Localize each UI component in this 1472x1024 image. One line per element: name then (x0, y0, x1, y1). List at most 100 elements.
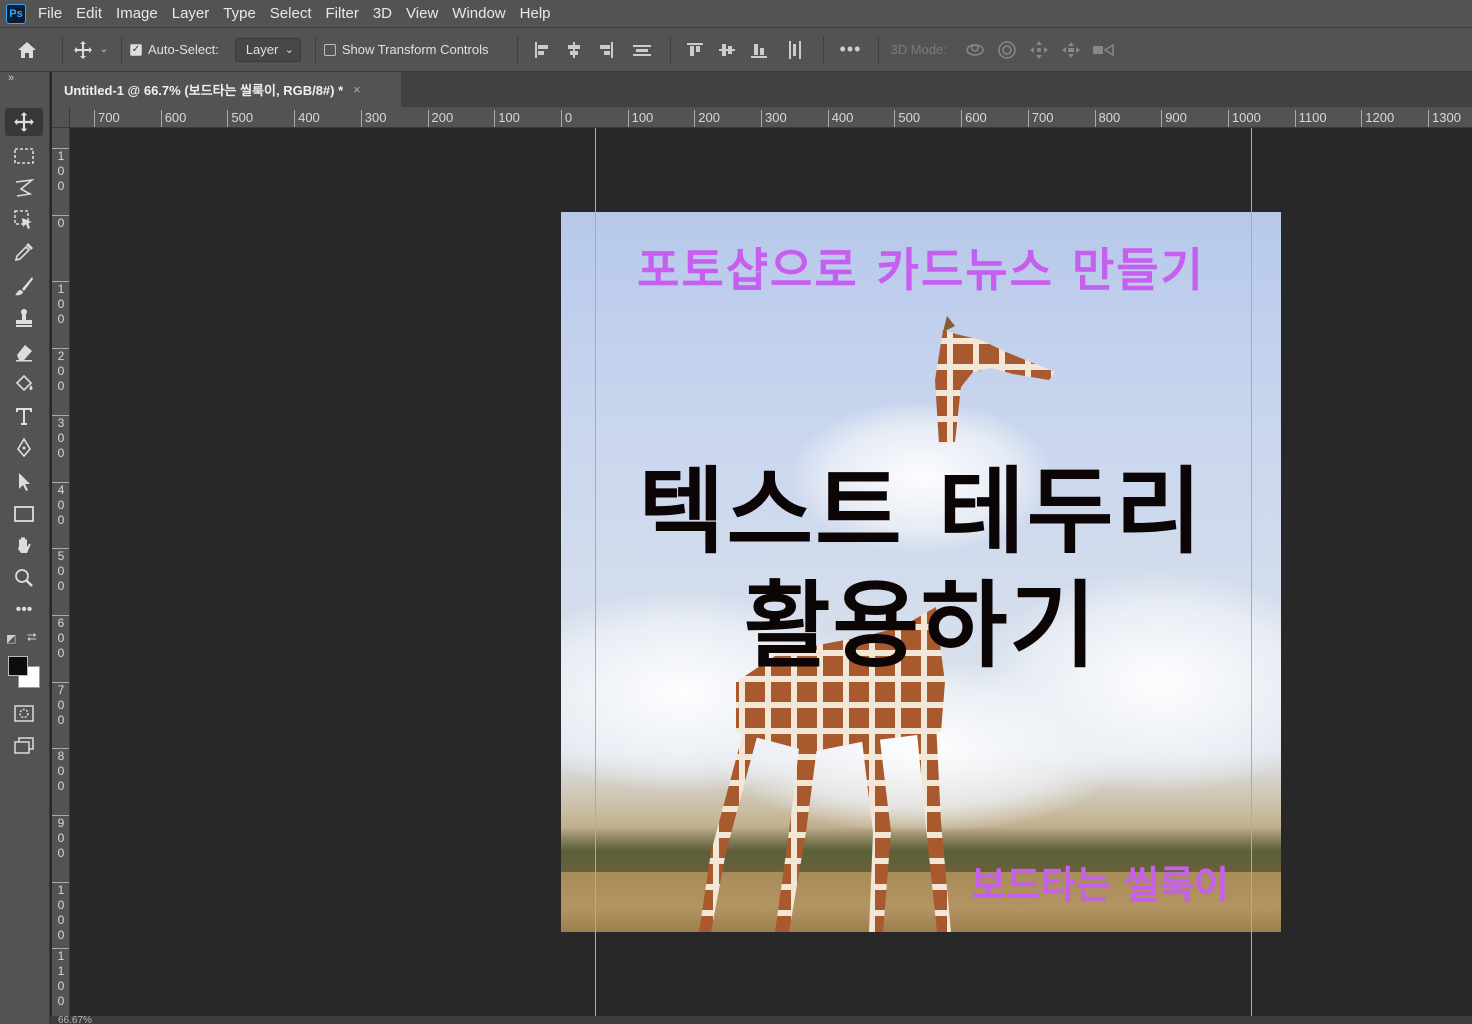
ruler-tick-label: 0 (560, 110, 572, 127)
auto-select-checkbox[interactable]: ✓ (130, 43, 142, 56)
3d-orbit-icon[interactable] (959, 40, 991, 60)
photoshop-logo: Ps (6, 3, 26, 24)
align-bottom-edges-icon[interactable] (743, 41, 775, 59)
ruler-tick-label: 9 0 0 (52, 815, 69, 861)
distribute-horizontal-icon[interactable] (775, 40, 815, 60)
horizontal-ruler[interactable]: 700 600 500 400 300 200 100 0 100 200 300 400 500 600… (70, 107, 1472, 128)
pen-tool-icon[interactable] (5, 434, 43, 462)
menu-type[interactable]: Type (223, 5, 256, 22)
eyedropper-icon[interactable] (5, 238, 43, 266)
align-vertical-centers-icon[interactable] (711, 41, 743, 59)
ruler-tick-label: 1 0 0 (52, 281, 69, 327)
menu-bar: Ps File Edit Image Layer Type Select Fil… (0, 0, 1472, 27)
close-icon[interactable]: × (353, 82, 361, 97)
separator (516, 35, 518, 64)
chevron-down-icon[interactable]: ⌄ (95, 44, 113, 55)
options-bar: ⌄ ✓ Auto-Select: Layer ⌄ Show Transform … (0, 27, 1472, 72)
guide-line-left[interactable] (595, 128, 596, 1016)
3d-scale-icon[interactable] (1087, 40, 1119, 60)
menu-filter[interactable]: Filter (326, 5, 359, 22)
separator (62, 35, 63, 64)
chevron-down-icon: ⌄ (284, 43, 294, 56)
ruler-tick-label: 300 (761, 110, 787, 127)
card-top-title[interactable]: 포토샵으로 카드뉴스 만들기 (561, 234, 1281, 300)
more-options-icon[interactable]: ••• (832, 39, 870, 60)
vertical-ruler[interactable]: 1 0 0 0 1 0 0 2 0 0 3 0 0 4 0 0 5 0 0 6 0 0 7 0 … (52, 128, 70, 1016)
type-tool-icon[interactable] (5, 402, 43, 430)
rectangular-marquee-icon[interactable] (5, 142, 43, 170)
ruler-tick-label: 700 (1027, 110, 1054, 127)
menu-window[interactable]: Window (452, 5, 505, 22)
ruler-tick-label: 1100 (1294, 110, 1327, 127)
home-icon[interactable] (0, 40, 54, 60)
show-transform-controls-checkbox[interactable] (323, 43, 336, 56)
path-selection-icon[interactable] (5, 468, 43, 496)
tools-panel: » ••• ◩ ⮂ (0, 72, 50, 1024)
menu-view[interactable]: View (406, 5, 438, 22)
3d-slide-icon[interactable] (1055, 40, 1087, 60)
auto-select-target-value: Layer (245, 42, 279, 57)
menu-select[interactable]: Select (270, 5, 312, 22)
clone-stamp-icon[interactable] (5, 304, 43, 332)
separator (314, 35, 316, 64)
ruler-tick-label: 400 (294, 110, 320, 127)
zoom-level[interactable]: 66.67% (58, 1016, 92, 1024)
card-main-title-line2[interactable]: 활용하기 (561, 550, 1281, 686)
3d-pan-icon[interactable] (1023, 40, 1055, 60)
screen-mode-icon[interactable] (5, 732, 43, 760)
align-horizontal-centers-icon[interactable] (558, 41, 590, 59)
3d-roll-icon[interactable] (991, 40, 1023, 60)
ruler-tick-label: 0 (52, 214, 69, 231)
status-bar: 66.67% (50, 1016, 1472, 1024)
quick-mask-icon[interactable] (5, 700, 43, 728)
ruler-tick-label: 400 (827, 110, 853, 127)
separator (877, 35, 879, 64)
card-credit-text[interactable]: 보드타는 씰룩이 (971, 854, 1229, 909)
align-top-edges-icon[interactable] (679, 41, 711, 59)
default-colors-icon[interactable]: ◩ (6, 632, 16, 645)
ruler-tick-label: 6 0 0 (52, 614, 69, 661)
ruler-tick-label: 300 (360, 110, 387, 127)
align-left-edges-icon[interactable] (526, 41, 558, 59)
menu-edit[interactable]: Edit (76, 5, 102, 22)
menu-help[interactable]: Help (520, 5, 551, 22)
brush-icon[interactable] (5, 272, 43, 300)
move-tool-icon[interactable] (5, 108, 43, 136)
ruler-tick-label: 100 (494, 110, 520, 127)
swap-colors-icon[interactable]: ⮂ (27, 630, 37, 645)
paint-bucket-icon[interactable] (5, 370, 43, 398)
ruler-tick-label: 7 0 0 (52, 681, 69, 728)
distribute-vertical-icon[interactable] (622, 41, 662, 59)
hand-tool-icon[interactable] (5, 532, 43, 560)
ruler-origin[interactable] (52, 107, 70, 128)
foreground-color-swatch[interactable] (8, 656, 28, 676)
ruler-tick-label: 800 (1094, 110, 1120, 127)
separator (121, 35, 122, 64)
menu-3d[interactable]: 3D (373, 5, 392, 22)
menu-layer[interactable]: Layer (172, 5, 210, 22)
ruler-tick-label: 1 0 0 (52, 148, 69, 194)
align-right-edges-icon[interactable] (590, 41, 622, 59)
ruler-tick-label: 8 0 0 (52, 748, 69, 794)
menu-file[interactable]: File (38, 5, 62, 22)
ruler-tick-label: 700 (94, 110, 120, 127)
lasso-icon[interactable] (5, 174, 43, 202)
document-tab-strip: Untitled-1 @ 66.7% (보드타는 씰룩이, RGB/8#) * … (52, 72, 1472, 107)
ruler-tick-label: 100 (627, 110, 653, 127)
object-selection-icon[interactable] (5, 206, 43, 234)
ruler-tick-label: 900 (1161, 110, 1187, 127)
ruler-tick-label: 200 (427, 110, 453, 127)
zoom-tool-icon[interactable] (5, 564, 43, 592)
move-tool-icon[interactable] (71, 40, 95, 60)
edit-toolbar-icon[interactable]: ••• (5, 596, 43, 624)
ruler-tick-label: 1200 (1361, 110, 1394, 127)
eraser-icon[interactable] (5, 338, 43, 366)
document-canvas[interactable]: 포토샵으로 카드뉴스 만들기 텍스트 테두리 활용하기 보드타는 씰룩이 (561, 212, 1281, 932)
guide-line-right[interactable] (1251, 128, 1252, 1016)
menu-image[interactable]: Image (116, 5, 158, 22)
auto-select-target-select[interactable]: Layer ⌄ (234, 37, 301, 62)
document-tab[interactable]: Untitled-1 @ 66.7% (보드타는 씰룩이, RGB/8#) * … (52, 72, 401, 107)
rectangle-tool-icon[interactable] (5, 500, 43, 528)
show-transform-controls-label: Show Transform Controls (341, 42, 489, 57)
panel-collapse-icon[interactable]: » (8, 72, 14, 84)
